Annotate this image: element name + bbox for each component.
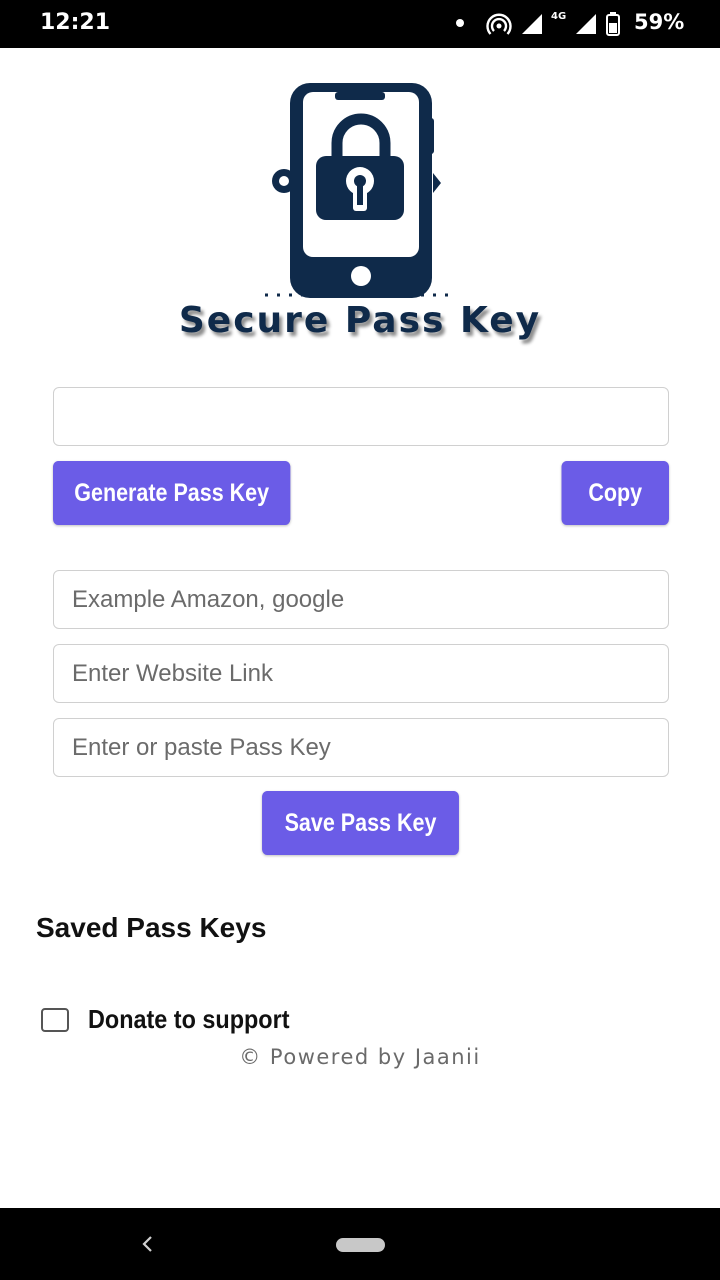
network-type-label: 4G	[551, 11, 567, 22]
powered-by-footer: © Powered by Jaanii	[239, 1045, 481, 1069]
battery-icon	[606, 12, 620, 36]
pass-key-field[interactable]	[53, 718, 669, 777]
status-bar: 12:21 4G 59%	[0, 0, 720, 48]
site-name-field[interactable]	[53, 570, 669, 629]
app-screen: Secure Pass Key Generate Pass Key Copy S…	[0, 48, 720, 1208]
donate-label[interactable]: Donate to support	[88, 1004, 289, 1035]
donate-checkbox[interactable]	[41, 1007, 69, 1032]
donate-row[interactable]: Donate to support	[41, 1004, 312, 1035]
save-pass-key-button[interactable]: Save Pass Key	[262, 791, 459, 855]
status-time: 12:21	[40, 10, 111, 35]
navigation-bar	[0, 1208, 720, 1280]
signal-icon	[522, 14, 542, 34]
generated-key-field[interactable]	[53, 387, 669, 446]
back-chevron-icon[interactable]	[136, 1232, 160, 1256]
signal-icon-2	[576, 14, 596, 34]
battery-percent: 59%	[634, 10, 685, 34]
notification-dot-icon	[456, 19, 464, 27]
phone-padlock-icon	[265, 83, 455, 298]
hotspot-icon	[486, 13, 512, 35]
copy-button[interactable]: Copy	[561, 461, 669, 525]
website-link-field[interactable]	[53, 644, 669, 703]
saved-pass-keys-heading: Saved Pass Keys	[36, 912, 267, 943]
generate-pass-key-button[interactable]: Generate Pass Key	[53, 461, 291, 525]
app-title: Secure Pass Key	[178, 300, 542, 341]
home-pill-icon[interactable]	[336, 1238, 385, 1252]
